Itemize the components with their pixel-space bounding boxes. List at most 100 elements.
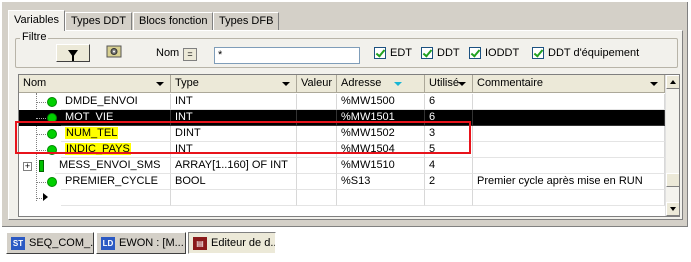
highlighted-name: NUM_TEL — [65, 127, 119, 139]
variable-status-icon — [47, 113, 57, 123]
task-ewon[interactable]: LD EWON : [M... — [96, 232, 186, 254]
column-header-valeur[interactable]: Valeur — [297, 75, 337, 93]
cell-name[interactable]: NUM_TEL — [61, 126, 171, 142]
checkbox-label: EDT — [390, 47, 412, 59]
cell-address[interactable]: %S13 — [337, 174, 425, 190]
filter-group: Filtre Nom = * EDT DDT IODDT DDT d'équip… — [15, 31, 678, 68]
cell-value[interactable] — [297, 110, 337, 126]
table-row[interactable]: + MESS_ENVOI_SMS ARRAY[1..160] OF INT %M… — [19, 158, 665, 174]
row-pointer-icon — [43, 193, 48, 201]
cell-comment[interactable] — [473, 110, 665, 126]
cell-type[interactable]: DINT — [171, 126, 297, 142]
checkbox-ddt-equipement[interactable]: DDT d'équipement — [532, 47, 639, 59]
cell-address[interactable] — [337, 190, 425, 206]
cell-value[interactable] — [297, 142, 337, 158]
array-variable-icon — [39, 160, 44, 172]
st-icon: ST — [11, 237, 25, 250]
variables-table: Nom Type Valeur Adresse Utilisé Commenta… — [18, 74, 680, 217]
variable-status-icon — [47, 97, 57, 107]
cell-name[interactable]: DMDE_ENVOI — [61, 94, 171, 110]
chevron-down-icon[interactable] — [156, 82, 164, 86]
new-entry-row[interactable] — [19, 190, 665, 206]
cell-type[interactable]: INT — [171, 142, 297, 158]
cell-comment[interactable] — [473, 158, 665, 174]
cell-value[interactable] — [297, 126, 337, 142]
sort-indicator-icon — [394, 82, 402, 86]
checkbox-box[interactable] — [374, 47, 386, 59]
variable-status-icon — [47, 145, 57, 155]
cell-name[interactable]: INDIC_PAYS — [61, 142, 171, 158]
cell-address[interactable]: %MW1504 — [337, 142, 425, 158]
cell-name[interactable]: MOT_VIE — [61, 110, 171, 126]
cell-type[interactable]: INT — [171, 94, 297, 110]
chevron-down-icon[interactable] — [650, 82, 658, 86]
table-row[interactable]: PREMIER_CYCLE BOOL %S13 2 Premier cycle … — [19, 174, 665, 190]
cell-used: 5 — [425, 142, 473, 158]
cell-type[interactable]: INT — [171, 110, 297, 126]
cell-comment[interactable] — [473, 126, 665, 142]
table-row[interactable]: INDIC_PAYS INT %MW1504 5 — [19, 142, 665, 158]
highlighted-name: INDIC_PAYS — [65, 143, 131, 155]
table-row[interactable]: NUM_TEL DINT %MW1502 3 — [19, 126, 665, 142]
ld-icon: LD — [101, 237, 115, 250]
column-header-commentaire[interactable]: Commentaire — [473, 75, 665, 93]
tab-variables[interactable]: Variables — [8, 10, 66, 31]
checkbox-box[interactable] — [469, 47, 481, 59]
column-header-adresse[interactable]: Adresse — [337, 75, 425, 93]
task-editeur-donnees[interactable]: ▤ Editeur de d... — [188, 232, 276, 254]
cell-name[interactable]: PREMIER_CYCLE — [61, 174, 171, 190]
task-seq-com[interactable]: ST SEQ_COM_... — [6, 232, 94, 254]
vertical-scrollbar[interactable] — [665, 75, 679, 216]
chevron-down-icon[interactable] — [282, 82, 290, 86]
cell-type[interactable] — [171, 190, 297, 206]
funnel-icon — [68, 49, 78, 61]
checkbox-ddt[interactable]: DDT — [421, 47, 460, 59]
table-row[interactable]: DMDE_ENVOI INT %MW1500 6 — [19, 94, 665, 110]
apply-filter-button[interactable] — [56, 44, 90, 62]
expand-icon[interactable]: + — [23, 162, 32, 171]
name-filter-label: Nom — [156, 47, 180, 59]
table-row[interactable]: MOT_VIE INT %MW1501 6 — [19, 110, 665, 126]
column-header-type[interactable]: Type — [171, 75, 297, 93]
chevron-down-icon[interactable] — [458, 82, 466, 86]
cell-type[interactable]: ARRAY[1..160] OF INT — [171, 158, 297, 174]
cell-value[interactable] — [297, 174, 337, 190]
checkbox-ioddt[interactable]: IODDT — [469, 47, 519, 59]
checkbox-box[interactable] — [532, 47, 544, 59]
scroll-thumb[interactable] — [666, 173, 679, 187]
cell-comment[interactable] — [473, 142, 665, 158]
cell-address[interactable]: %MW1510 — [337, 158, 425, 174]
cell-comment[interactable]: Premier cycle après mise en RUN — [473, 174, 665, 190]
cell-value[interactable] — [297, 94, 337, 110]
tab-types-dfb[interactable]: Types DFB — [213, 12, 280, 30]
scroll-up-button[interactable] — [666, 75, 679, 89]
scroll-down-button[interactable] — [666, 202, 679, 216]
tab-blocs-fonction[interactable]: Blocs fonction — [133, 12, 214, 30]
checkbox-box[interactable] — [421, 47, 433, 59]
name-filter-input[interactable]: * — [214, 47, 360, 64]
tab-types-ddt[interactable]: Types DDT — [65, 12, 133, 30]
arrow-down-icon — [670, 207, 676, 211]
data-editor-window: Variables Types DDT Blocs fonction Types… — [2, 2, 688, 227]
column-header-utilise[interactable]: Utilisé — [425, 75, 473, 93]
cell-type[interactable]: BOOL — [171, 174, 297, 190]
cell-comment[interactable] — [473, 94, 665, 110]
cell-name[interactable]: MESS_ENVOI_SMS — [55, 158, 171, 174]
cell-value[interactable] — [297, 158, 337, 174]
cell-used: 4 — [425, 158, 473, 174]
cell-address[interactable]: %MW1500 — [337, 94, 425, 110]
variables-panel: Filtre Nom = * EDT DDT IODDT DDT d'équip… — [8, 30, 683, 220]
cell-used: 6 — [425, 94, 473, 110]
checkbox-label: DDT — [437, 47, 460, 59]
cell-address[interactable]: %MW1502 — [337, 126, 425, 142]
checkbox-edt[interactable]: EDT — [374, 47, 412, 59]
filter-settings-button[interactable] — [104, 42, 126, 62]
cell-name[interactable] — [61, 190, 171, 206]
cell-comment[interactable] — [473, 190, 665, 206]
filter-label: Filtre — [20, 31, 49, 43]
equals-operator-button[interactable]: = — [183, 48, 197, 61]
cell-address[interactable]: %MW1501 — [337, 110, 425, 126]
cell-value[interactable] — [297, 190, 337, 206]
book-icon: ▤ — [193, 237, 207, 250]
column-header-nom[interactable]: Nom — [19, 75, 171, 93]
